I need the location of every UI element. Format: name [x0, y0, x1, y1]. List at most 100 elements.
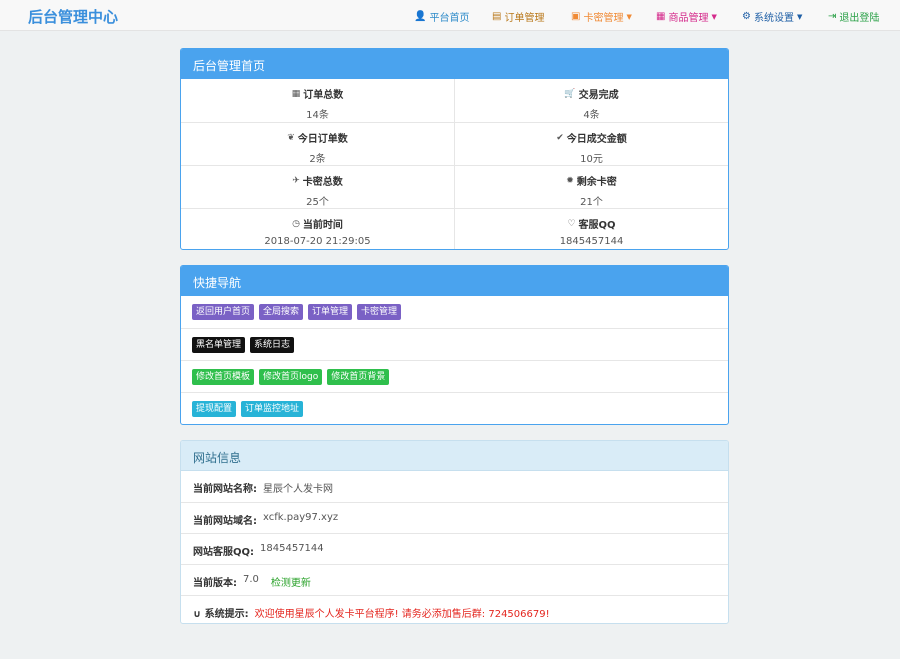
- quicknav-rows: 返回用户首页 全局搜索 订单管理 卡密管理 黑名单管理 系统日志 修改首页模板 修改首页log…: [181, 296, 728, 424]
- stat-value: 1845457144: [559, 236, 624, 247]
- top-navbar: 后台管理中心 👤 平台首页 ▤ 订单管理 ▣ 卡密管理 ▼ ▦ 商品管理 ▼ ⚙ 系统设置 ▼ ⇥ 退出登陆: [0, 0, 900, 31]
- dashboard-panel-title: 后台管理首页: [181, 49, 728, 79]
- stat-label: ▦ 订单总数: [181, 86, 454, 102]
- list-icon: ▤: [492, 10, 502, 22]
- quicknav-button[interactable]: 修改首页模板: [192, 369, 255, 385]
- stat-label: ♡ 客服QQ: [455, 216, 728, 232]
- cart-icon: 🛒: [564, 88, 576, 99]
- quicknav-button[interactable]: 全局搜索: [259, 304, 304, 320]
- quicknav-button[interactable]: 黑名单管理: [192, 337, 246, 353]
- nav-item-5[interactable]: ⇥ 退出登陆: [828, 9, 879, 24]
- site-qq-value: 1845457144: [260, 543, 324, 554]
- nav-item-1[interactable]: ▤ 订单管理: [492, 9, 544, 24]
- stat-value: 2018-07-20 21:29:05: [264, 236, 371, 247]
- stat-value: 2条: [309, 154, 326, 165]
- siteinfo-panel: 网站信息 当前网站名称: 星辰个人发卡网 当前网站域名: xcfk.pay97.…: [180, 440, 729, 624]
- quicknav-button[interactable]: 返回用户首页: [192, 304, 255, 320]
- leaf-icon: ❦: [287, 132, 295, 143]
- site-qq-label: 网站客服QQ:: [193, 547, 255, 558]
- stat-cell: ♡ 客服QQ 1845457144: [454, 209, 728, 249]
- goods-icon: ▦: [656, 10, 666, 22]
- stats-row: ✈ 卡密总数 25个 ✹ 剩余卡密 21个: [181, 165, 728, 208]
- dashboard-panel: 后台管理首页 ▦ 订单总数 14条 🛒 交易完成 4条 ❦ 今日订单数 2条 ✔ 今日成交金额 10元…: [180, 48, 729, 250]
- stat-cell: ◷ 当前时间 2018-07-20 21:29:05: [181, 209, 454, 249]
- grid-icon: ▦: [291, 88, 301, 99]
- nav-item-label: 商品管理: [668, 13, 709, 24]
- nav-item-2[interactable]: ▣ 卡密管理 ▼: [571, 9, 632, 24]
- clock-icon: ◷: [292, 218, 300, 229]
- stat-cell: ❦ 今日订单数 2条: [181, 123, 454, 166]
- stat-value: 10元: [580, 154, 603, 165]
- stat-cell: ▦ 订单总数 14条: [181, 79, 454, 122]
- quicknav-row: 提现配置 订单监控地址: [181, 392, 728, 424]
- site-domain-label: 当前网站域名:: [193, 516, 257, 527]
- user-icon: 👤: [414, 10, 427, 22]
- stat-label-text: 客服QQ: [578, 220, 616, 231]
- quicknav-button[interactable]: 系统日志: [250, 337, 295, 353]
- nav-item-label: 系统设置: [753, 13, 794, 24]
- stat-label-text: 今日成交金额: [566, 134, 627, 145]
- heart-icon: ♡: [567, 218, 576, 229]
- site-domain-value: xcfk.pay97.xyz: [263, 512, 339, 523]
- nav-item-label: 平台首页: [429, 13, 470, 24]
- site-name-value: 星辰个人发卡网: [263, 484, 333, 495]
- quicknav-button[interactable]: 修改首页背景: [327, 369, 390, 385]
- quicknav-button[interactable]: 订单管理: [308, 304, 353, 320]
- nav-item-3[interactable]: ▦ 商品管理 ▼: [656, 9, 717, 24]
- stat-cell: ✔ 今日成交金额 10元: [454, 123, 728, 165]
- nav-item-0[interactable]: 👤 平台首页: [414, 9, 469, 24]
- quicknav-button[interactable]: 提现配置: [192, 401, 237, 417]
- caret-down-icon: ▼: [626, 12, 632, 21]
- stat-label: ✹ 剩余卡密: [455, 173, 728, 189]
- caret-down-icon: ▼: [796, 12, 803, 21]
- stat-label-text: 今日订单数: [297, 134, 348, 145]
- site-domain-row: 当前网站域名: xcfk.pay97.xyz: [181, 502, 728, 533]
- stat-label: 🛒 交易完成: [455, 86, 728, 102]
- site-name-row: 当前网站名称: 星辰个人发卡网: [181, 471, 728, 502]
- quicknav-row: 修改首页模板 修改首页logo 修改首页背景: [181, 360, 728, 392]
- nav-item-4[interactable]: ⚙ 系统设置 ▼: [742, 9, 802, 24]
- stat-value: 14条: [306, 110, 329, 121]
- stat-label: ✈ 卡密总数: [181, 173, 454, 189]
- stats-grid: ▦ 订单总数 14条 🛒 交易完成 4条 ❦ 今日订单数 2条 ✔ 今日成交金额 10元 ✈ 卡密总数 25…: [181, 79, 728, 249]
- quicknav-button[interactable]: 订单监控地址: [241, 401, 304, 417]
- stat-label-text: 交易完成: [578, 90, 619, 101]
- siteinfo-panel-title: 网站信息: [181, 441, 728, 471]
- stat-cell: 🛒 交易完成 4条: [454, 79, 728, 122]
- nav-item-label: 卡密管理: [583, 13, 624, 24]
- card-icon: ▣: [571, 10, 581, 22]
- site-version-label: 当前版本:: [193, 578, 237, 589]
- quicknav-panel-title: 快捷导航: [181, 266, 728, 296]
- stat-label-text: 当前时间: [302, 220, 343, 231]
- system-tip-text: 欢迎使用星辰个人发卡平台程序! 请务必添加售后群: 724506679!: [254, 609, 550, 620]
- site-name-label: 当前网站名称:: [193, 484, 257, 495]
- plane-icon: ✈: [292, 175, 300, 186]
- stat-value: 25个: [306, 197, 329, 208]
- stat-value: 4条: [583, 110, 600, 121]
- nav-item-label: 订单管理: [504, 13, 545, 24]
- quicknav-button[interactable]: 修改首页logo: [259, 369, 323, 385]
- stat-cell: ✹ 剩余卡密 21个: [454, 166, 728, 208]
- stats-row: ❦ 今日订单数 2条 ✔ 今日成交金额 10元: [181, 122, 728, 165]
- quicknav-row: 返回用户首页 全局搜索 订单管理 卡密管理: [181, 296, 728, 328]
- quicknav-button[interactable]: 卡密管理: [357, 304, 402, 320]
- brand-title[interactable]: 后台管理中心: [28, 6, 118, 27]
- sun-icon: ✹: [566, 175, 574, 186]
- system-tip-label: ∪ 系统提示:: [193, 605, 249, 620]
- check-update-link[interactable]: 检测更新: [271, 574, 311, 589]
- logout-icon: ⇥: [828, 10, 837, 22]
- site-qq-row: 网站客服QQ: 1845457144: [181, 533, 728, 564]
- nav-item-label: 退出登陆: [839, 13, 880, 24]
- system-tip-row: ∪ 系统提示: 欢迎使用星辰个人发卡平台程序! 请务必添加售后群: 724506…: [181, 595, 728, 623]
- stats-row: ◷ 当前时间 2018-07-20 21:29:05 ♡ 客服QQ 1845457144: [181, 208, 728, 249]
- stat-label: ✔ 今日成交金额: [455, 130, 728, 146]
- check-icon: ✔: [556, 132, 564, 143]
- magnet-icon: ∪: [193, 609, 202, 620]
- quicknav-row: 黑名单管理 系统日志: [181, 328, 728, 360]
- caret-down-icon: ▼: [711, 12, 717, 21]
- system-tip-label-text: 系统提示:: [204, 609, 249, 620]
- stat-cell: ✈ 卡密总数 25个: [181, 166, 454, 209]
- quicknav-panel: 快捷导航 返回用户首页 全局搜索 订单管理 卡密管理 黑名单管理 系统日志 修改首页模板 修改…: [180, 265, 729, 425]
- site-version-row: 当前版本: 7.0 检测更新: [181, 564, 728, 595]
- stats-row: ▦ 订单总数 14条 🛒 交易完成 4条: [181, 79, 728, 122]
